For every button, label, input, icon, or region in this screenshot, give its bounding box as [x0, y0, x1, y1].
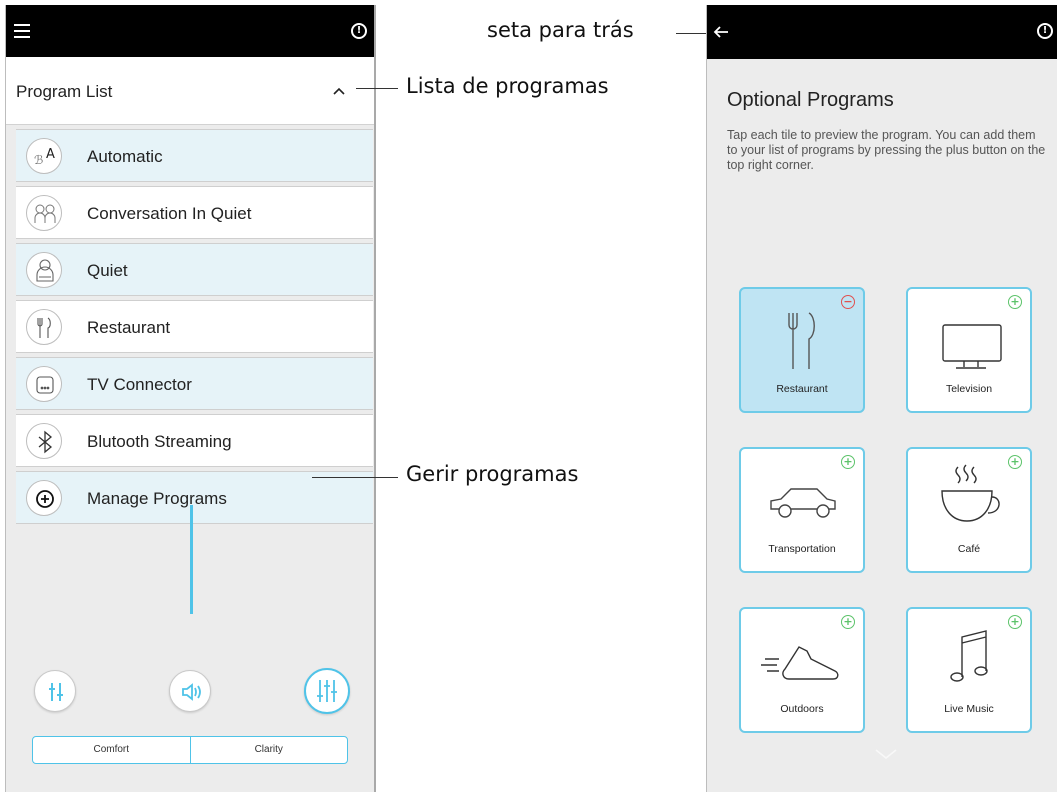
program-item-conversation-in-quiet[interactable]: Conversation In Quiet [16, 186, 373, 239]
page-description: Tap each tile to preview the program. Yo… [727, 128, 1046, 172]
conversation-icon [26, 195, 62, 231]
program-label: Conversation In Quiet [87, 204, 252, 223]
chevron-up-icon[interactable] [333, 87, 345, 95]
tile-label: Television [945, 383, 993, 395]
top-bar: ! [6, 5, 374, 57]
sound-settings-button[interactable] [304, 668, 350, 714]
page-title: Optional Programs [727, 89, 894, 111]
program-list-title: Program List [16, 82, 113, 101]
music-note-icon [950, 630, 988, 682]
television-icon [942, 324, 1002, 369]
program-label: Automatic [87, 147, 163, 166]
back-arrow-icon[interactable] [713, 25, 729, 39]
fork-knife-icon [788, 312, 815, 369]
plus-circle-icon [26, 480, 62, 516]
volume-indicator-line [190, 505, 193, 614]
tile-label: Outdoors [780, 703, 824, 715]
tile-outdoors[interactable]: + Outdoors [739, 607, 865, 733]
annotation-manage-programs: Gerir programas [406, 462, 579, 486]
program-item-quiet[interactable]: Quiet [16, 243, 373, 296]
mode-toggle: Comfort Clarity [32, 736, 348, 764]
tile-cafe[interactable]: + Café [906, 447, 1032, 573]
tile-label: Transportation [768, 543, 836, 555]
program-label: Restaurant [87, 318, 171, 337]
program-item-bluetooth-streaming[interactable]: Blutooth Streaming [16, 414, 373, 467]
car-icon [770, 488, 836, 518]
annotation-leader-line [356, 88, 398, 89]
clarity-mode-button[interactable]: Clarity [189, 737, 348, 763]
volume-button[interactable] [169, 670, 211, 712]
tile-live-music[interactable]: + Live Music [906, 607, 1032, 733]
quiet-icon [26, 252, 62, 288]
annotation-program-list: Lista de programas [406, 74, 609, 98]
annotation-leader-line [676, 33, 706, 34]
bluetooth-icon [26, 423, 62, 459]
program-item-automatic[interactable]: ℬA Automatic [16, 129, 373, 182]
info-icon[interactable]: ! [351, 23, 367, 39]
program-label: Manage Programs [87, 489, 227, 508]
equalizer-button[interactable] [34, 670, 76, 712]
hamburger-menu-icon[interactable] [14, 24, 30, 38]
info-icon[interactable]: ! [1037, 23, 1053, 39]
program-label: Blutooth Streaming [87, 432, 232, 451]
top-bar: ! [707, 5, 1057, 59]
tile-television[interactable]: + Television [906, 287, 1032, 413]
annotation-back-arrow: seta para trás [487, 18, 634, 42]
svg-text:ℬ: ℬ [34, 153, 43, 167]
running-shoe-icon [761, 646, 839, 680]
annotation-leader-line [312, 477, 398, 478]
speaker-icon [182, 683, 201, 701]
fork-knife-icon [26, 309, 62, 345]
program-label: Quiet [87, 261, 128, 280]
sliders-icon [49, 683, 63, 701]
program-item-tv-connector[interactable]: TV Connector [16, 357, 373, 410]
mixer-icon [317, 680, 337, 702]
comfort-mode-button[interactable]: Comfort [33, 737, 190, 763]
manage-programs-button[interactable]: Manage Programs [16, 471, 373, 524]
tile-label: Live Music [944, 703, 994, 715]
program-list: ℬA Automatic Conversation In Quiet Quiet… [16, 129, 373, 528]
optional-programs-screen: ! Optional Programs Tap each tile to pre… [706, 5, 1057, 792]
tile-label: Restaurant [776, 383, 828, 395]
program-label: TV Connector [87, 375, 192, 394]
svg-text:A: A [46, 147, 55, 162]
tv-connector-icon [26, 366, 62, 402]
program-list-header[interactable]: Program List [6, 57, 374, 125]
tile-label: Café [957, 543, 981, 555]
chevron-down-icon[interactable] [875, 749, 897, 759]
program-item-restaurant[interactable]: Restaurant [16, 300, 373, 353]
automatic-icon: ℬA [26, 138, 62, 174]
tile-restaurant[interactable]: − Restaurant [739, 287, 865, 413]
coffee-cup-icon [941, 464, 1000, 522]
tile-transportation[interactable]: + Transportation [739, 447, 865, 573]
program-list-screen: ! Program List ℬA Automatic Conversation… [5, 5, 376, 792]
